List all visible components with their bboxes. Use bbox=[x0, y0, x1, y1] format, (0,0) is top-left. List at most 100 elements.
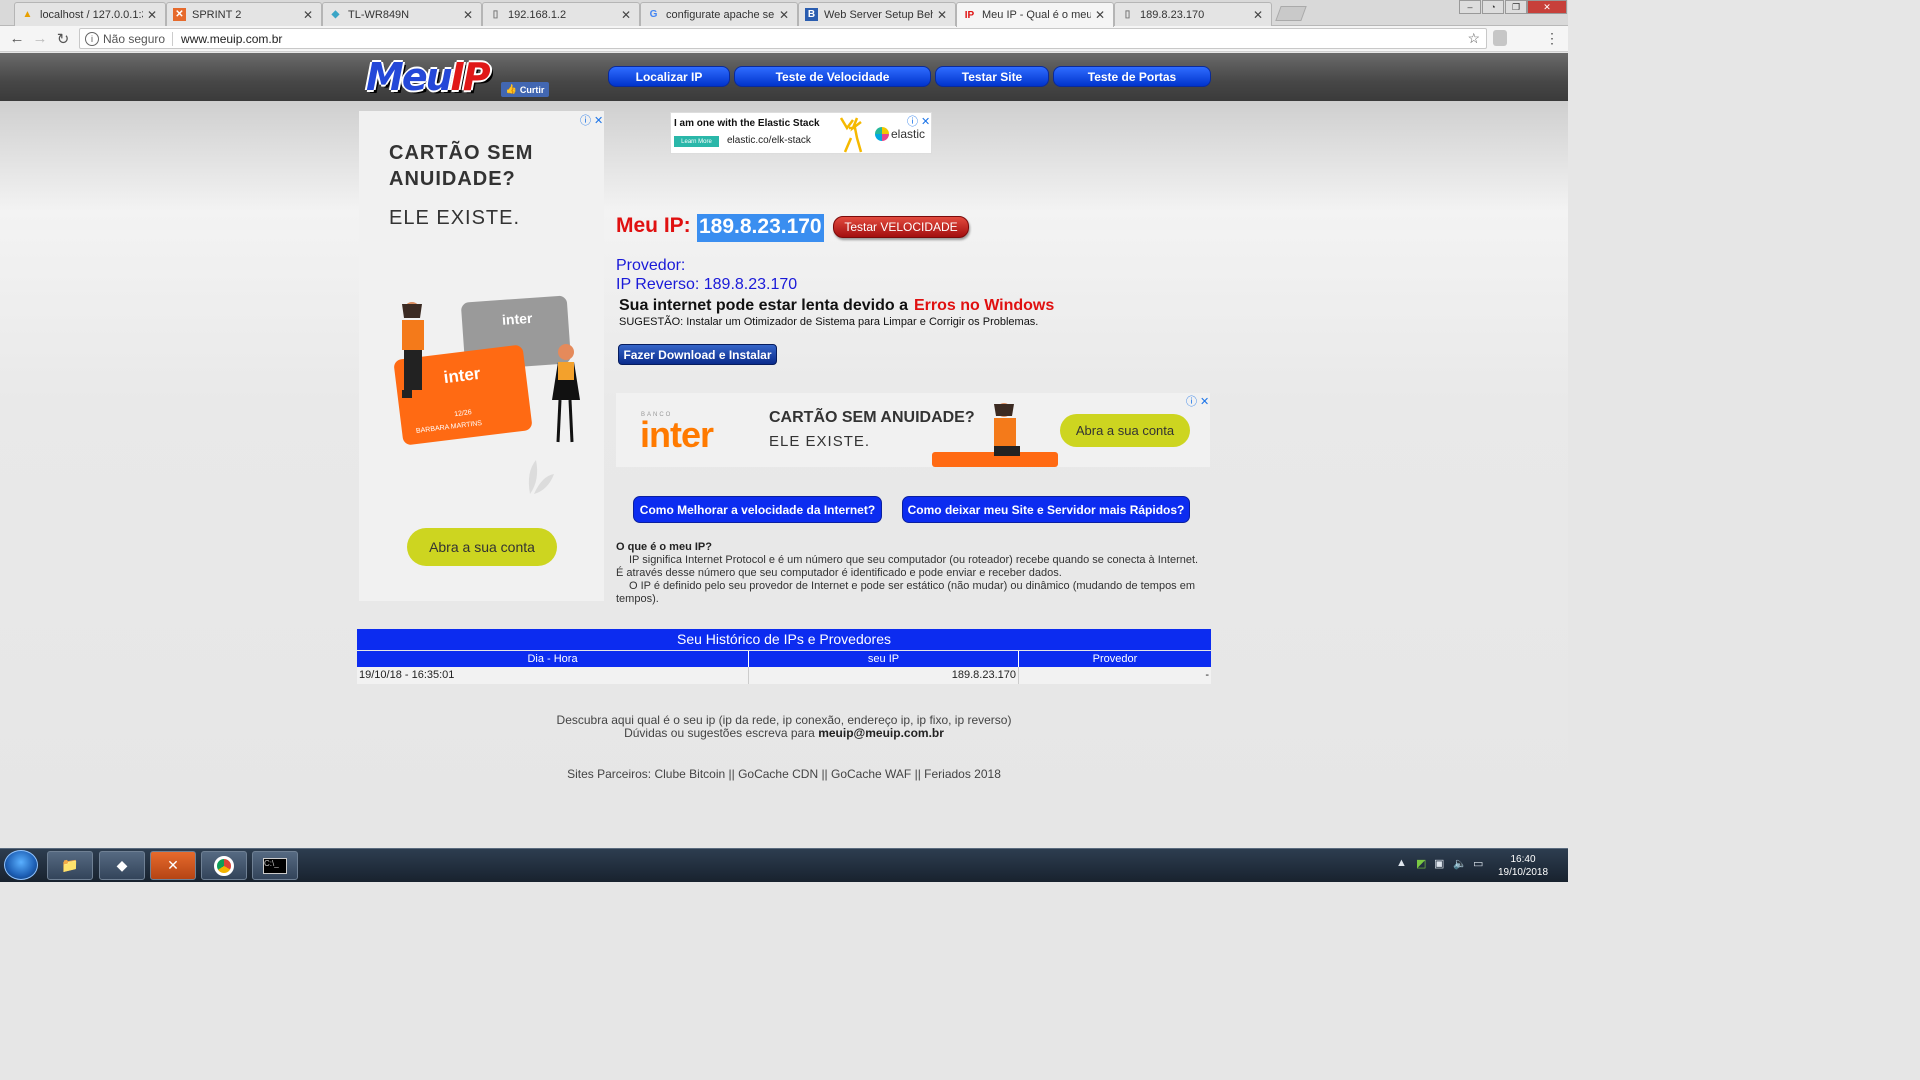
minimize-button[interactable]: – bbox=[1459, 0, 1481, 14]
tab-tplink[interactable]: ◆ TL-WR849N ✕ bbox=[322, 2, 482, 26]
tab-router[interactable]: ▯ 192.168.1.2 ✕ bbox=[482, 2, 640, 26]
close-tab-icon[interactable]: ✕ bbox=[937, 8, 949, 22]
faster-site-button[interactable]: Como deixar meu Site e Servidor mais Ráp… bbox=[902, 496, 1190, 523]
ad-wide-subtitle: ELE EXISTE. bbox=[769, 433, 871, 450]
tab-pma[interactable]: ▲localhost / 127.0.0.1:3307✕ bbox=[14, 2, 166, 26]
slow-warning: Sua internet pode estar lenta devido a Er… bbox=[619, 297, 1055, 314]
tab-meuip[interactable]: IPMeu IP - Qual é o meu IP✕ bbox=[956, 2, 1114, 27]
history-title: Seu Histórico de IPs e Provedores bbox=[357, 629, 1211, 650]
elastic-title: I am one with the Elastic Stack bbox=[674, 118, 820, 129]
site-logo[interactable]: MeuIP bbox=[366, 55, 491, 99]
cmd-icon[interactable]: C:\_ bbox=[252, 851, 298, 880]
close-tab-icon[interactable]: ✕ bbox=[1253, 8, 1265, 22]
contact-email-link[interactable]: meuip@meuip.com.br bbox=[818, 726, 944, 740]
xampp-icon[interactable]: ✕ bbox=[150, 851, 196, 880]
user-button[interactable]: ◔ bbox=[1482, 0, 1504, 14]
woman-illustration bbox=[552, 344, 580, 443]
improve-speed-button[interactable]: Como Melhorar a velocidade da Internet? bbox=[633, 496, 882, 523]
logo-ip: IP bbox=[450, 55, 491, 99]
new-tab-button[interactable] bbox=[1275, 6, 1307, 21]
bookmark-star-icon[interactable]: ☆ bbox=[1467, 30, 1480, 47]
footer-partners[interactable]: Sites Parceiros: Clube Bitcoin || GoCach… bbox=[0, 767, 1568, 781]
what-is-ip-title: O que é o meu IP? bbox=[616, 541, 712, 553]
ad-info-close-icon[interactable]: ⓘ ✕ bbox=[907, 113, 930, 129]
nav-testar-site[interactable]: Testar Site bbox=[935, 66, 1049, 87]
ad-info-close-icon[interactable]: ⓘ ✕ bbox=[1186, 393, 1209, 409]
ad-tall-cta-button[interactable]: Abra a sua conta bbox=[407, 528, 557, 566]
ad-wide-cta-button[interactable]: Abra a sua conta bbox=[1060, 414, 1190, 447]
google-icon: G bbox=[649, 9, 658, 20]
volume-icon[interactable]: 🔈 bbox=[1453, 857, 1467, 870]
col-date: Dia - Hora bbox=[357, 651, 749, 667]
ad-tall-subtitle: ELE EXISTE. bbox=[389, 207, 521, 229]
tab-webserver[interactable]: BWeb Server Setup Behind✕ bbox=[798, 2, 956, 26]
footer-contact: Dúvidas ou sugestões escreva para meuip@… bbox=[624, 726, 944, 740]
elastic-logo-icon bbox=[875, 127, 889, 141]
provider-label: Provedor: bbox=[616, 257, 686, 274]
b-icon: B bbox=[805, 8, 818, 21]
ad-info-close-icon[interactable]: ⓘ ✕ bbox=[580, 112, 603, 128]
xampp-icon: ✕ bbox=[173, 8, 186, 21]
nav-teste-velocidade[interactable]: Teste de Velocidade bbox=[734, 66, 931, 87]
download-install-button[interactable]: Fazer Download e Instalar bbox=[618, 344, 777, 365]
menu-icon[interactable]: ⋮ bbox=[1545, 30, 1559, 47]
reload-icon[interactable]: ↻ bbox=[54, 30, 72, 48]
ad-tall-title: CARTÃO SEM ANUIDADE? bbox=[389, 142, 534, 190]
tool-icon[interactable]: ◆ bbox=[99, 851, 145, 880]
elk-icon bbox=[839, 117, 863, 153]
nvidia-icon[interactable]: ◩ bbox=[1416, 857, 1426, 870]
elastic-link[interactable]: elastic.co/elk-stack bbox=[727, 135, 811, 146]
close-tab-icon[interactable]: ✕ bbox=[147, 8, 159, 22]
man-card-illustration bbox=[932, 403, 1058, 467]
leaf-icon bbox=[528, 460, 554, 494]
elastic-learn-more-button[interactable]: Learn More bbox=[674, 136, 719, 147]
tray-app-icon[interactable]: ▣ bbox=[1434, 857, 1444, 870]
tab-google[interactable]: Gconfigurate apache server✕ bbox=[640, 2, 798, 26]
ad-elastic[interactable]: I am one with the Elastic Stack Learn Mo… bbox=[670, 112, 932, 154]
pma-icon: ▲ bbox=[22, 9, 33, 20]
close-tab-icon[interactable]: ✕ bbox=[303, 8, 315, 22]
nav-localizar-ip[interactable]: Localizar IP bbox=[608, 66, 730, 87]
close-window-button[interactable]: ✕ bbox=[1527, 0, 1567, 14]
thumbs-up-icon: 👍 bbox=[505, 84, 517, 94]
extension-icon[interactable] bbox=[1493, 30, 1507, 46]
ip-icon: IP bbox=[964, 9, 975, 21]
tplink-icon: ◆ bbox=[331, 9, 340, 20]
col-ip: seu IP bbox=[749, 651, 1019, 667]
footer-description: Descubra aqui qual é o seu ip (ip da red… bbox=[556, 713, 1012, 727]
man-illustration bbox=[402, 302, 424, 398]
network-icon[interactable]: ▭ bbox=[1473, 857, 1483, 870]
explorer-icon[interactable]: 📁 bbox=[47, 851, 93, 880]
tab-sprint[interactable]: ✕ SPRINT 2 ✕ bbox=[166, 2, 322, 26]
windows-errors-link[interactable]: Erros no Windows bbox=[914, 297, 1054, 314]
url-text[interactable]: www.meuip.com.br bbox=[173, 32, 282, 46]
tray-arrow-icon[interactable]: ▲ bbox=[1396, 857, 1407, 869]
ip-history-table: Seu Histórico de IPs e Provedores Dia - … bbox=[357, 629, 1211, 684]
close-tab-icon[interactable]: ✕ bbox=[621, 8, 633, 22]
address-bar[interactable]: i Não seguro www.meuip.com.br ☆ bbox=[79, 28, 1487, 49]
ip-value[interactable]: 189.8.23.170 bbox=[697, 214, 824, 242]
table-row: 19/10/18 - 16:35:01 189.8.23.170 - bbox=[357, 667, 1211, 684]
clock[interactable]: 16:40 19/10/2018 bbox=[1496, 853, 1550, 879]
logo-meu: Meu bbox=[366, 55, 453, 99]
maximize-button[interactable]: ❐ bbox=[1505, 0, 1527, 14]
close-tab-icon[interactable]: ✕ bbox=[463, 8, 475, 22]
close-tab-icon[interactable]: ✕ bbox=[1095, 8, 1107, 22]
inter-logo: inter bbox=[640, 414, 714, 455]
start-button[interactable] bbox=[4, 850, 38, 880]
close-tab-icon[interactable]: ✕ bbox=[779, 8, 791, 22]
tab-ip[interactable]: ▯ 189.8.23.170 ✕ bbox=[1114, 2, 1272, 26]
like-button[interactable]: 👍 Curtir bbox=[501, 82, 549, 97]
cell-provider: - bbox=[1205, 669, 1209, 681]
forward-icon[interactable]: → bbox=[31, 30, 49, 47]
cell-date: 19/10/18 - 16:35:01 bbox=[357, 667, 749, 684]
what-is-ip-paragraph-2: O IP é definido pelo seu provedor de Int… bbox=[616, 580, 1196, 605]
chrome-icon[interactable] bbox=[201, 851, 247, 880]
test-speed-button[interactable]: Testar VELOCIDADE bbox=[833, 216, 969, 238]
nav-teste-portas[interactable]: Teste de Portas bbox=[1053, 66, 1211, 87]
info-icon[interactable]: i bbox=[85, 31, 99, 46]
history-header: Dia - Hora seu IP Provedor bbox=[357, 651, 1211, 667]
elastic-brand: elastic bbox=[891, 127, 926, 141]
suggestion-text: SUGESTÃO: Instalar um Otimizador de Sist… bbox=[619, 316, 1039, 328]
back-icon[interactable]: ← bbox=[8, 30, 26, 47]
